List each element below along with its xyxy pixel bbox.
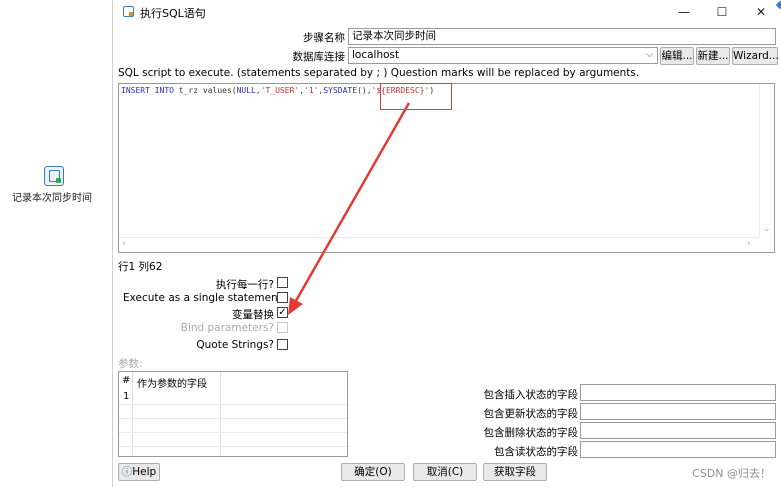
annotation-highlight-box — [380, 83, 452, 110]
chevron-left-icon[interactable]: ‹ — [122, 239, 126, 249]
title-bar: 执行SQL语句 — ☐ ✕ — [113, 0, 781, 24]
row-divider — [119, 446, 347, 447]
sql-app-icon — [123, 6, 134, 17]
column-header-field: 作为参数的字段 — [137, 379, 207, 390]
new-connection-button[interactable]: 新建... — [696, 47, 730, 65]
row-divider — [119, 432, 347, 433]
help-icon: ⓘ — [121, 466, 133, 478]
cursor-position: 行1 列62 — [118, 261, 163, 273]
sql-keyword: NULL — [236, 86, 256, 95]
sql-text: t_rz values( — [173, 86, 237, 95]
canvas-area: 记录本次同步时间 — [0, 0, 112, 487]
close-button[interactable]: ✕ — [746, 2, 776, 22]
step-label: 记录本次同步时间 — [12, 193, 92, 204]
single-statement-label: Execute as a single statement — [123, 292, 282, 304]
csdn-watermark: CSDN @归去！ — [692, 467, 771, 480]
single-statement-checkbox[interactable] — [277, 292, 288, 303]
insert-status-label: 包含插入状态的字段 — [483, 389, 579, 401]
bind-parameters-checkbox — [277, 322, 288, 333]
variable-substitution-checkbox[interactable]: ✓ — [277, 307, 288, 318]
step-name-field[interactable]: 记录本次同步时间 — [348, 28, 776, 45]
chevron-down-icon[interactable]: ⌄ — [763, 224, 771, 234]
dialog-footer: ⓘHelp 确定(O) 取消(C) 获取字段 — [113, 461, 781, 487]
maximize-button[interactable]: ☐ — [707, 2, 737, 22]
delete-status-field[interactable] — [580, 422, 776, 439]
get-fields-button[interactable]: 获取字段 — [483, 463, 547, 481]
params-table[interactable]: # 作为参数的字段 1 — [118, 371, 348, 457]
read-status-field[interactable] — [580, 441, 776, 458]
connection-value: localhost — [352, 49, 400, 61]
table-row-number[interactable]: 1 — [123, 391, 129, 402]
step-name-label: 步骤名称 — [303, 32, 345, 44]
vertical-scrollbar[interactable]: ⌄ — [759, 84, 774, 238]
ok-button[interactable]: 确定(O) — [341, 463, 405, 481]
bind-parameters-label: Bind parameters? — [180, 322, 274, 334]
column-header-number: # — [122, 375, 131, 386]
chevron-down-icon[interactable]: ⌵ — [642, 48, 657, 63]
variable-substitution-label: 变量替换 — [232, 309, 274, 321]
update-status-label: 包含更新状态的字段 — [483, 408, 579, 420]
sql-keyword: INSERT INTO — [121, 86, 174, 95]
sql-text: (), — [357, 86, 372, 95]
dialog-title: 执行SQL语句 — [140, 7, 206, 20]
row-divider — [119, 404, 347, 405]
sql-string: '1' — [304, 86, 319, 95]
params-label: 参数: — [118, 358, 143, 370]
update-status-field[interactable] — [580, 403, 776, 420]
wizard-button[interactable]: Wizard... — [732, 47, 779, 65]
horizontal-scrollbar[interactable]: ‹ › — [119, 237, 761, 252]
help-label: Help — [132, 466, 157, 478]
sql-keyword: SYSDATE — [323, 86, 358, 95]
execute-each-row-label: 执行每一行? — [215, 279, 274, 291]
cancel-button[interactable]: 取消(C) — [413, 463, 477, 481]
chevron-right-icon[interactable]: › — [747, 239, 751, 249]
help-button[interactable]: ⓘHelp — [118, 463, 160, 481]
execute-each-row-checkbox[interactable] — [277, 277, 288, 288]
insert-status-field[interactable] — [580, 384, 776, 401]
delete-status-label: 包含删除状态的字段 — [483, 427, 579, 439]
quote-strings-checkbox[interactable] — [277, 339, 288, 350]
sql-string: 'T_USER' — [260, 86, 300, 95]
connection-label: 数据库连接 — [292, 51, 346, 63]
row-divider — [119, 418, 347, 419]
edit-connection-button[interactable]: 编辑... — [660, 47, 694, 65]
read-status-label: 包含读状态的字段 — [494, 446, 578, 458]
connection-select[interactable]: localhost ⌵ — [348, 47, 658, 64]
minimize-button[interactable]: — — [669, 2, 699, 22]
quote-strings-label: Quote Strings? — [196, 339, 274, 351]
sql-description: SQL script to execute. (statements separ… — [118, 67, 640, 79]
sql-step-icon[interactable] — [44, 166, 64, 186]
execute-sql-dialog: 执行SQL语句 — ☐ ✕ 步骤名称 记录本次同步时间 数据库连接 localh… — [112, 0, 781, 487]
